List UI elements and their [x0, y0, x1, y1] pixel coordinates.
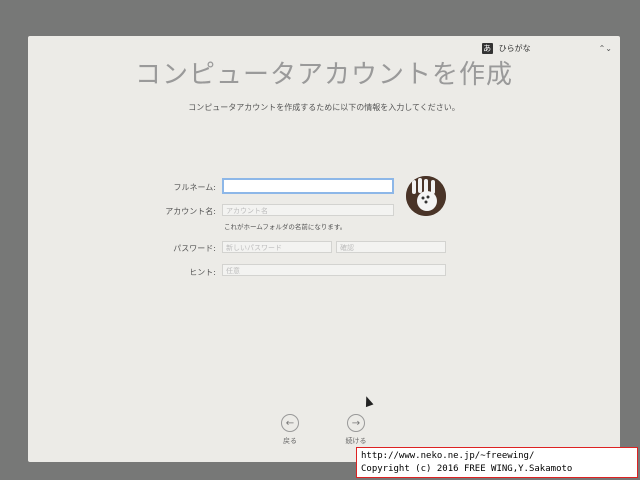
- arrow-right-icon: →: [347, 414, 365, 432]
- back-label: 戻る: [283, 437, 297, 445]
- hiragana-icon: あ: [481, 42, 493, 54]
- watermark-copyright: Copyright (c) 2016 FREE WING,Y.Sakamoto: [361, 464, 573, 474]
- page-title: コンピュータアカウントを作成: [134, 60, 513, 90]
- back-button[interactable]: ← 戻る: [270, 414, 310, 446]
- chevron-updown-icon: ⌃⌄: [598, 43, 612, 53]
- hint-label: ヒント:: [189, 268, 216, 277]
- watermark-url: http://www.neko.ne.jp/~freewing/: [361, 451, 535, 461]
- continue-button[interactable]: → 続ける: [336, 414, 376, 446]
- account-name-hint: これがホームフォルダの名前になります。: [224, 223, 347, 231]
- password-field[interactable]: 新しいパスワード: [222, 241, 332, 253]
- bowling-icon: [406, 176, 446, 216]
- hint-field[interactable]: 任意: [222, 264, 446, 276]
- account-name-field[interactable]: アカウント名: [222, 204, 394, 216]
- page-subtitle: コンピュータアカウントを作成するために以下の情報を入力してください。: [188, 103, 460, 112]
- input-method-label: ひらがな: [498, 43, 531, 53]
- continue-label: 続ける: [345, 437, 367, 445]
- user-picture[interactable]: [406, 176, 446, 216]
- copyright-watermark: http://www.neko.ne.jp/~freewing/ Copyrig…: [356, 447, 638, 478]
- account-name-label: アカウント名:: [165, 207, 216, 216]
- arrow-left-icon: ←: [281, 414, 299, 432]
- fullname-label: フルネーム:: [173, 183, 216, 192]
- password-label: パスワード:: [173, 244, 216, 253]
- setup-window: あ ひらがな ⌃⌄ コンピュータアカウントを作成 コンピュータアカウントを作成す…: [28, 36, 620, 462]
- verify-password-field[interactable]: 確認: [336, 241, 446, 253]
- fullname-field[interactable]: [222, 178, 394, 194]
